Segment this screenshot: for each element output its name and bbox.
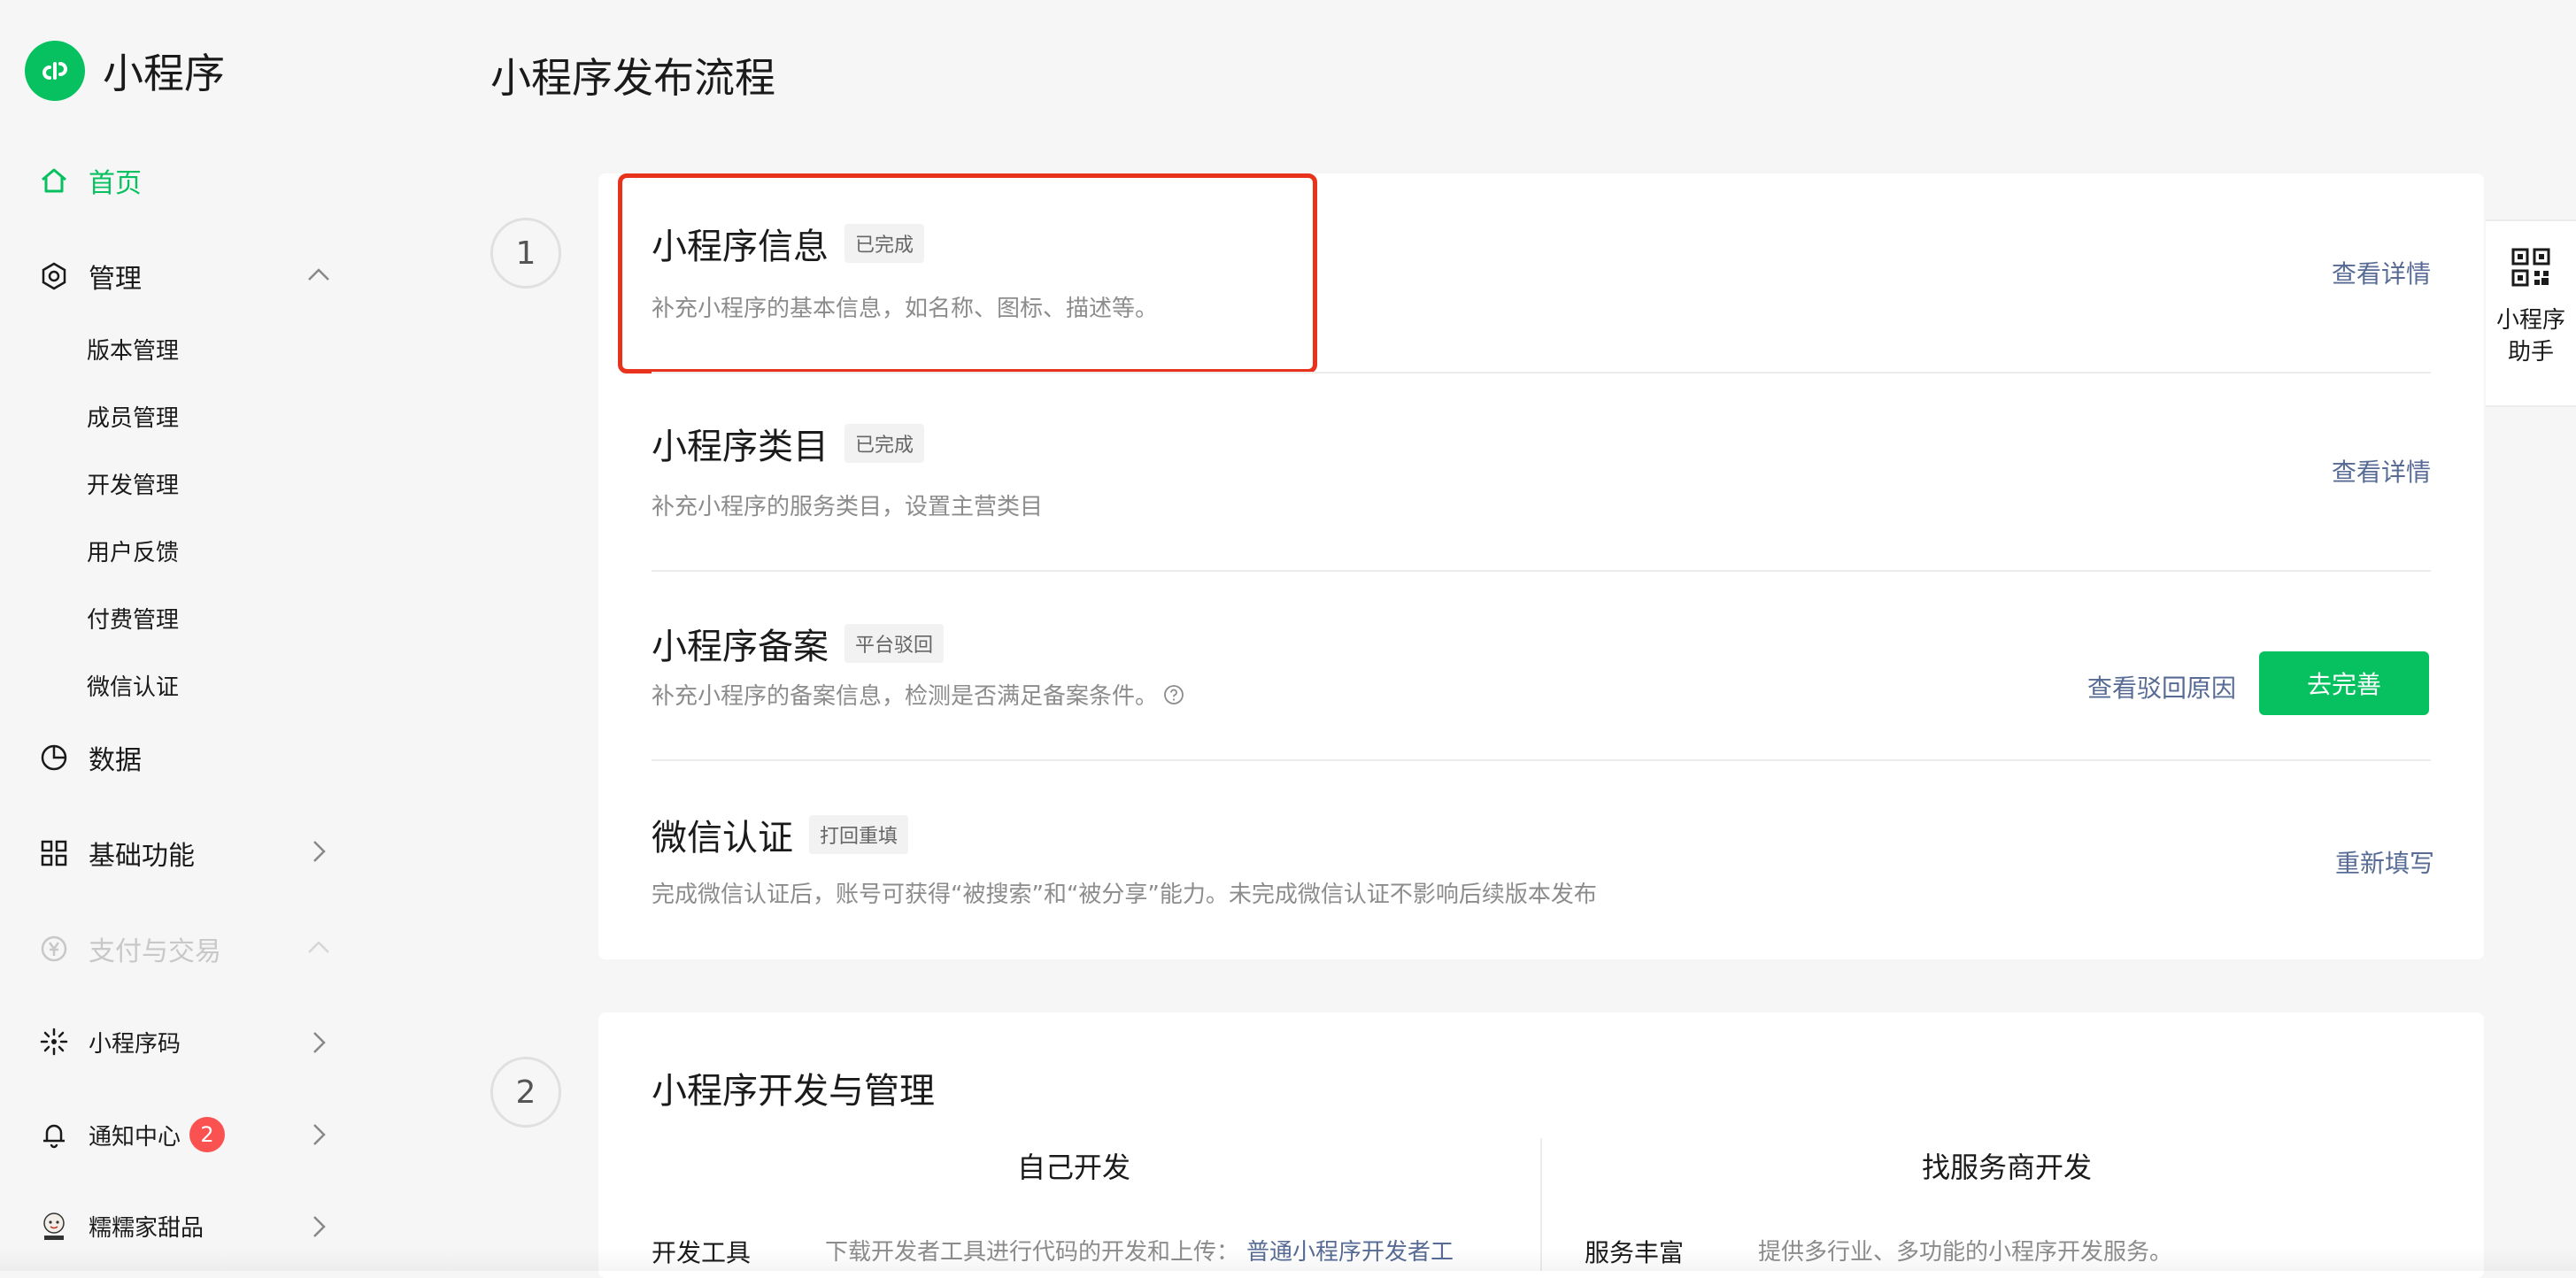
bell-icon — [37, 1118, 71, 1151]
sidebar-item-label: 首页 — [89, 168, 142, 199]
app-logo[interactable]: 小程序 — [25, 41, 225, 101]
bottom-fade — [0, 1248, 2576, 1271]
sidebar-item-label: 糯糯家甜品 — [89, 1214, 204, 1242]
helper-label-line: 助手 — [2507, 339, 2554, 366]
mini-program-helper[interactable]: 小程序 助手 — [2486, 219, 2576, 407]
sidebar-item-notifications[interactable]: 通知中心 2 — [37, 1117, 226, 1152]
row-title-text: 小程序类目 — [652, 427, 829, 467]
qrcode-burst-icon — [37, 1025, 71, 1059]
sidebar-subitem-feedback[interactable]: 用户反馈 — [87, 535, 179, 567]
step-row-desc: 补充小程序的基本信息，如名称、图标、描述等。 — [652, 296, 1159, 322]
step-row-title: 小程序类目 已完成 — [652, 418, 925, 469]
sidebar-item-label: 数据 — [89, 745, 142, 776]
qrcode-icon — [2511, 248, 2550, 290]
yen-icon — [37, 932, 71, 966]
row-title-text: 小程序备案 — [652, 627, 829, 667]
chevron-right-icon[interactable] — [301, 834, 336, 869]
sidebar-item-payment[interactable]: 支付与交易 — [37, 929, 221, 968]
page-title: 小程序发布流程 — [490, 54, 775, 102]
row-title-text: 微信认证 — [652, 818, 793, 858]
chevron-right-icon[interactable] — [301, 1025, 336, 1060]
view-reject-reason-link[interactable]: 查看驳回原因 — [2087, 669, 2236, 704]
sidebar-item-label: 支付与交易 — [89, 936, 221, 967]
step-row-desc: 完成微信认证后，账号可获得“被搜索”和“被分享”能力。未完成微信认证不影响后续版… — [652, 882, 1597, 908]
view-details-link[interactable]: 查看详情 — [2332, 453, 2431, 489]
pie-chart-icon — [37, 741, 71, 774]
service-develop-title: 找服务商开发 — [1921, 1151, 2092, 1184]
sidebar-item-data[interactable]: 数据 — [37, 738, 142, 777]
sidebar-subitem-wechat-verify[interactable]: 微信认证 — [87, 669, 179, 702]
step-row-title: 小程序备案 平台驳回 — [652, 618, 945, 669]
app-name: 小程序 — [103, 50, 225, 97]
status-badge: 已完成 — [845, 224, 925, 263]
sidebar-item-home[interactable]: 首页 — [37, 161, 142, 200]
sidebar-item-label: 管理 — [89, 264, 142, 295]
self-develop-title: 自己开发 — [1016, 1151, 1130, 1184]
home-icon — [37, 164, 71, 197]
sidebar-subitem-version[interactable]: 版本管理 — [87, 333, 179, 366]
sidebar-item-label: 通知中心 — [89, 1123, 181, 1151]
view-details-link[interactable]: 查看详情 — [2332, 255, 2431, 290]
step-row-desc: 补充小程序的服务类目，设置主营类目 — [652, 494, 1044, 520]
chevron-right-icon[interactable] — [301, 1209, 336, 1244]
step-number-badge: 1 — [490, 218, 561, 289]
row-divider — [652, 570, 2431, 572]
sidebar-item-basic-functions[interactable]: 基础功能 — [37, 834, 195, 873]
status-badge: 平台驳回 — [845, 624, 945, 663]
step-row-title: 小程序信息 已完成 — [652, 218, 925, 269]
sidebar-subitem-members[interactable]: 成员管理 — [87, 400, 179, 433]
sidebar-item-manage[interactable]: 管理 — [37, 257, 142, 296]
highlight-box — [618, 173, 1317, 373]
row-divider — [652, 759, 2431, 761]
help-icon[interactable] — [1163, 684, 1184, 705]
apps-icon — [37, 836, 71, 870]
sidebar-subitem-development[interactable]: 开发管理 — [87, 467, 179, 500]
step-row-desc: 补充小程序的备案信息，检测是否满足备案条件。 — [652, 683, 1159, 710]
avatar — [37, 1209, 71, 1243]
manage-icon — [37, 259, 71, 293]
sidebar-item-label: 基础功能 — [89, 841, 195, 872]
sidebar-item-qrcode[interactable]: 小程序码 — [37, 1025, 181, 1059]
sidebar-subitem-payment-manage[interactable]: 付费管理 — [87, 602, 179, 635]
status-badge: 已完成 — [845, 424, 925, 463]
row-title-text: 小程序信息 — [652, 227, 829, 267]
step-number-badge: 2 — [490, 1057, 561, 1128]
sidebar-account[interactable]: 糯糯家甜品 — [37, 1209, 204, 1243]
complete-button[interactable]: 去完善 — [2259, 651, 2429, 715]
row-divider — [652, 372, 2431, 373]
helper-label: 小程序 助手 — [2496, 304, 2565, 368]
notification-count-badge: 2 — [189, 1117, 226, 1152]
status-badge: 打回重填 — [809, 815, 909, 854]
refill-link[interactable]: 重新填写 — [2335, 844, 2434, 880]
chevron-right-icon[interactable] — [301, 1117, 336, 1152]
step-row-desc-wrap: 补充小程序的备案信息，检测是否满足备案条件。 — [652, 678, 1184, 711]
sidebar-item-label: 小程序码 — [89, 1030, 181, 1058]
helper-label-line: 小程序 — [2495, 307, 2565, 334]
chevron-up-icon[interactable] — [301, 929, 336, 965]
step-row-title: 微信认证 打回重填 — [652, 809, 909, 860]
mini-program-logo-icon — [25, 41, 85, 101]
chevron-up-icon[interactable] — [301, 257, 336, 292]
section-title: 小程序开发与管理 — [652, 1071, 935, 1112]
